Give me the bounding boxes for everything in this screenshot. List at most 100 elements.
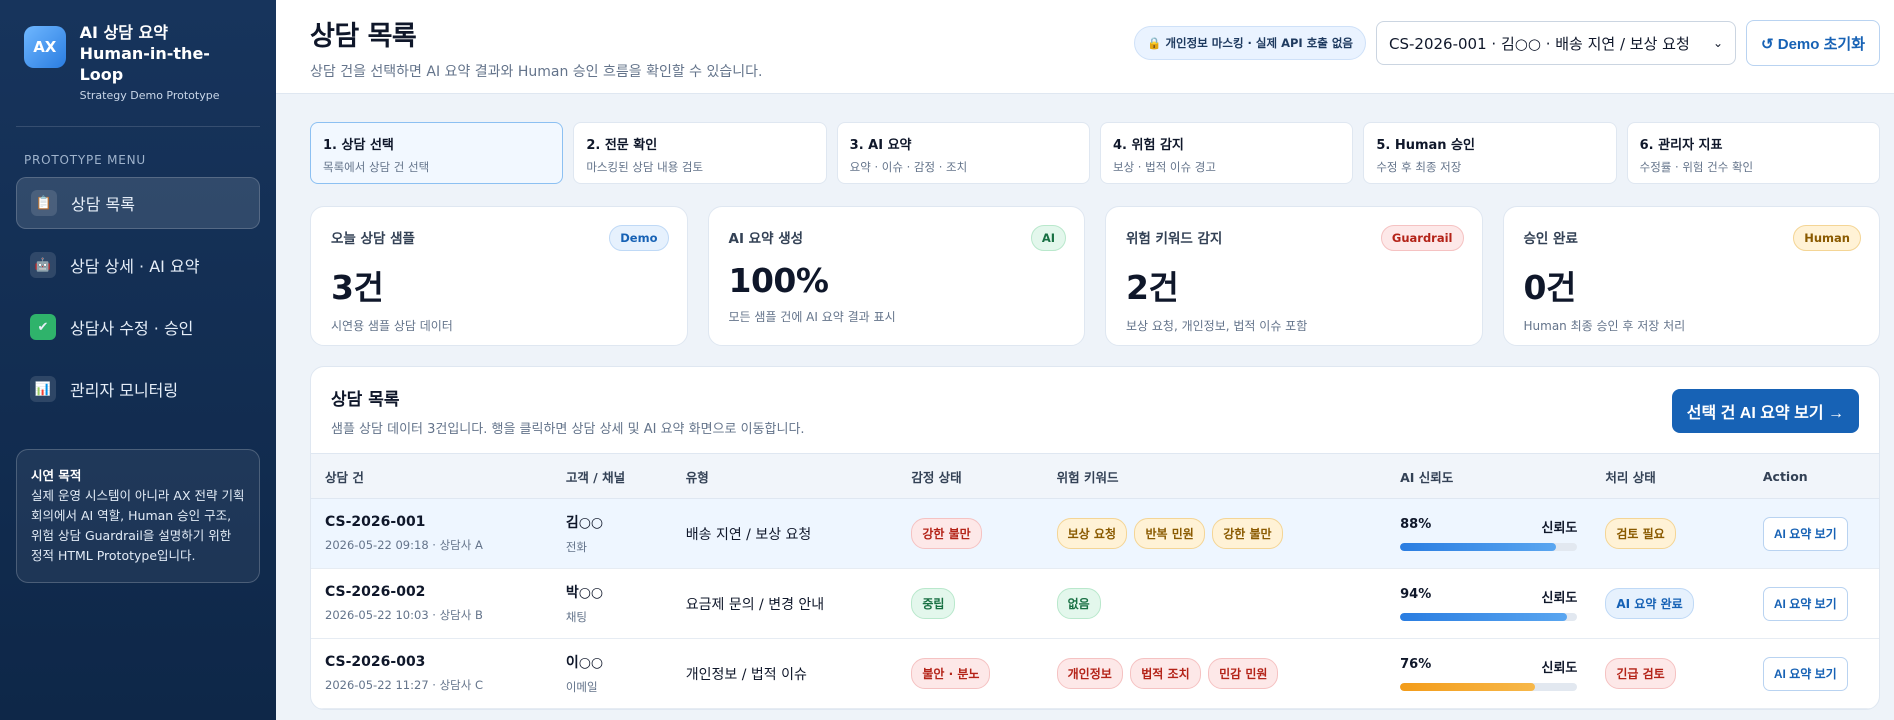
confidence-bar (1400, 612, 1578, 621)
case-select-value: CS-2026-001 · 김○○ · 배송 지연 / 보상 요청 (1389, 34, 1690, 53)
customer-name: 이○○ (565, 655, 604, 671)
keyword-badge: 반복 민원 (1134, 518, 1205, 549)
step-desc: 수정률 · 위험 건수 확인 (1639, 160, 1754, 174)
confidence-bar (1400, 682, 1578, 691)
brand-subtitle: Strategy Demo Prototype (79, 89, 220, 102)
step-2[interactable]: 2. 전문 확인 마스킹된 상담 내용 검토 (573, 122, 827, 184)
table-row[interactable]: CS-2026-003 2026-05-22 11:27 · 상담사 C 이○○ 이… (311, 638, 1879, 709)
sidebar-item-label: 상담사 수정 · 승인 (70, 319, 194, 338)
stat-value: 100% (728, 261, 829, 300)
case-meta: 2026-05-22 09:18 · 상담사 A (325, 538, 483, 552)
step-title: 4. 위험 감지 (1112, 138, 1184, 153)
demo-reset-button[interactable]: ↺ Demo 초기화 (1746, 20, 1880, 66)
step-3[interactable]: 3. AI 요약 요약 · 이슈 · 감정 · 조치 (836, 122, 1090, 184)
stat-badge: Demo (609, 225, 669, 251)
step-desc: 요약 · 이슈 · 감정 · 조치 (849, 160, 968, 174)
emotion-badge: 불안 · 분노 (911, 658, 991, 689)
stat-desc: 보상 요청, 개인정보, 법적 이슈 포함 (1126, 319, 1308, 333)
stat-desc: 모든 샘플 건에 AI 요약 결과 표시 (728, 310, 896, 324)
step-5[interactable]: 5. Human 승인 수정 후 최종 저장 (1363, 122, 1617, 184)
customer-channel: 전화 (565, 540, 587, 554)
step-6[interactable]: 6. 관리자 지표 수정률 · 위험 건수 확인 (1626, 122, 1880, 184)
status-badge: 긴급 검토 (1605, 658, 1676, 689)
header: 상담 목록 상담 건을 선택하면 AI 요약 결과와 Human 승인 흐름을 … (276, 0, 1894, 94)
col-header-status: 처리 상태 (1591, 453, 1749, 499)
case-meta: 2026-05-22 11:27 · 상담사 C (325, 678, 484, 692)
customer-channel: 채팅 (565, 610, 587, 624)
col-header-type: 유형 (671, 453, 898, 499)
confidence-bar (1400, 542, 1578, 551)
stat-card-ai-summary: AI 요약 생성 100% 모든 샘플 건에 AI 요약 결과 표시 AI (707, 206, 1085, 346)
step-desc: 보상 · 법적 이슈 경고 (1112, 160, 1216, 174)
stat-card-samples: 오늘 상담 샘플 3건 시연용 샘플 상담 데이터 Demo (310, 206, 688, 346)
workflow-steps: 1. 상담 선택 목록에서 상담 건 선택 2. 전문 확인 마스킹된 상담 내… (310, 122, 1880, 184)
check-icon: ✔ (30, 314, 56, 340)
stat-desc: Human 최종 승인 후 저장 처리 (1523, 319, 1686, 333)
step-title: 5. Human 승인 (1376, 138, 1475, 153)
keyword-badge: 보상 요청 (1056, 518, 1127, 549)
case-type: 개인정보 / 법적 이슈 (671, 638, 898, 709)
stat-desc: 시연용 샘플 상담 데이터 (331, 319, 453, 333)
col-header-action: Action (1748, 453, 1879, 499)
sidebar-item-label: 상담 상세 · AI 요약 (70, 257, 200, 276)
sidebar-item-approval[interactable]: ✔ 상담사 수정 · 승인 (16, 301, 260, 353)
customer-name: 박○○ (565, 585, 604, 601)
status-badge: AI 요약 완료 (1605, 588, 1694, 619)
customer-channel: 이메일 (565, 680, 598, 694)
demo-purpose-note: 시연 목적 실제 운영 시스템이 아니라 AX 전략 기획 회의에서 AI 역할… (16, 449, 260, 583)
table-row[interactable]: CS-2026-001 2026-05-22 09:18 · 상담사 A 김○○ 전… (311, 498, 1879, 569)
step-4[interactable]: 4. 위험 감지 보상 · 법적 이슈 경고 (1099, 122, 1354, 184)
case-type: 배송 지연 / 보상 요청 (671, 498, 898, 569)
case-meta: 2026-05-22 10:03 · 상담사 B (325, 608, 483, 622)
step-title: 2. 전문 확인 (586, 138, 658, 153)
stat-cards: 오늘 상담 샘플 3건 시연용 샘플 상담 데이터 Demo AI 요약 생성 … (310, 206, 1880, 346)
step-1[interactable]: 1. 상담 선택 목록에서 상담 건 선택 (310, 122, 564, 184)
brand: AX AI 상담 요약 Human-in-the-Loop Strategy D… (16, 22, 260, 127)
page-title: 상담 목록 (310, 21, 417, 52)
confidence-bar-fill (1400, 542, 1557, 551)
sidebar-item-case-list[interactable]: 📋 상담 목록 (16, 177, 260, 229)
stat-badge: AI (1030, 225, 1066, 251)
keyword-badge: 민감 민원 (1208, 658, 1279, 689)
ai-summary-view-button[interactable]: AI 요약 보기 (1762, 586, 1848, 621)
page-subtitle: 상담 건을 선택하면 AI 요약 결과와 Human 승인 흐름을 확인할 수 … (310, 64, 763, 80)
confidence-bar-fill (1400, 682, 1535, 691)
table-title: 상담 목록 (331, 390, 400, 410)
stat-badge: Human (1793, 225, 1861, 251)
step-title: 3. AI 요약 (849, 138, 912, 153)
col-header-keywords: 위험 키워드 (1042, 453, 1387, 499)
confidence-value: 76% (1400, 656, 1432, 672)
sidebar-item-monitoring[interactable]: 📊 관리자 모니터링 (16, 363, 260, 415)
confidence-label: 신뢰도 (1541, 660, 1578, 676)
brand-title-line2: Human-in-the-Loop (79, 44, 210, 84)
chevron-down-icon: ⌄ (1712, 36, 1724, 50)
stat-value: 3건 (331, 268, 384, 307)
stat-value: 2건 (1126, 268, 1179, 307)
robot-icon: 🤖 (30, 252, 56, 278)
case-id: CS-2026-002 (325, 584, 426, 600)
case-select[interactable]: CS-2026-001 · 김○○ · 배송 지연 / 보상 요청 ⌄ (1376, 21, 1737, 65)
privacy-mask-badge: 🔒 개인정보 마스킹 · 실제 API 호출 없음 (1134, 26, 1367, 60)
keyword-badge: 없음 (1056, 588, 1101, 619)
ai-summary-view-button[interactable]: AI 요약 보기 (1762, 656, 1848, 691)
clipboard-icon: 📋 (31, 190, 57, 216)
case-table-card: 상담 목록 샘플 상담 데이터 3건입니다. 행을 클릭하면 상담 상세 및 A… (310, 366, 1880, 710)
emotion-badge: 강한 불만 (911, 518, 982, 549)
sidebar-item-case-detail[interactable]: 🤖 상담 상세 · AI 요약 (16, 239, 260, 291)
ai-summary-view-button[interactable]: AI 요약 보기 (1762, 516, 1848, 551)
customer-name: 김○○ (565, 515, 604, 531)
view-ai-summary-button[interactable]: 선택 건 AI 요약 보기 → (1671, 389, 1859, 433)
note-body: 실제 운영 시스템이 아니라 AX 전략 기획 회의에서 AI 역할, Huma… (31, 488, 245, 563)
sidebar-item-label: 관리자 모니터링 (70, 381, 179, 400)
confidence-bar-fill (1400, 612, 1567, 621)
brand-logo: AX (24, 26, 66, 68)
menu-heading: PROTOTYPE MENU (24, 153, 146, 167)
col-header-emotion: 감정 상태 (897, 453, 1043, 499)
note-title: 시연 목적 (31, 468, 82, 483)
sidebar: AX AI 상담 요약 Human-in-the-Loop Strategy D… (0, 0, 276, 720)
col-header-confidence: AI 신뢰도 (1386, 453, 1592, 499)
confidence-label: 신뢰도 (1541, 590, 1578, 606)
table-row[interactable]: CS-2026-002 2026-05-22 10:03 · 상담사 B 박○○ 채… (311, 568, 1879, 639)
step-title: 6. 관리자 지표 (1639, 138, 1723, 153)
step-title: 1. 상담 선택 (323, 138, 394, 153)
